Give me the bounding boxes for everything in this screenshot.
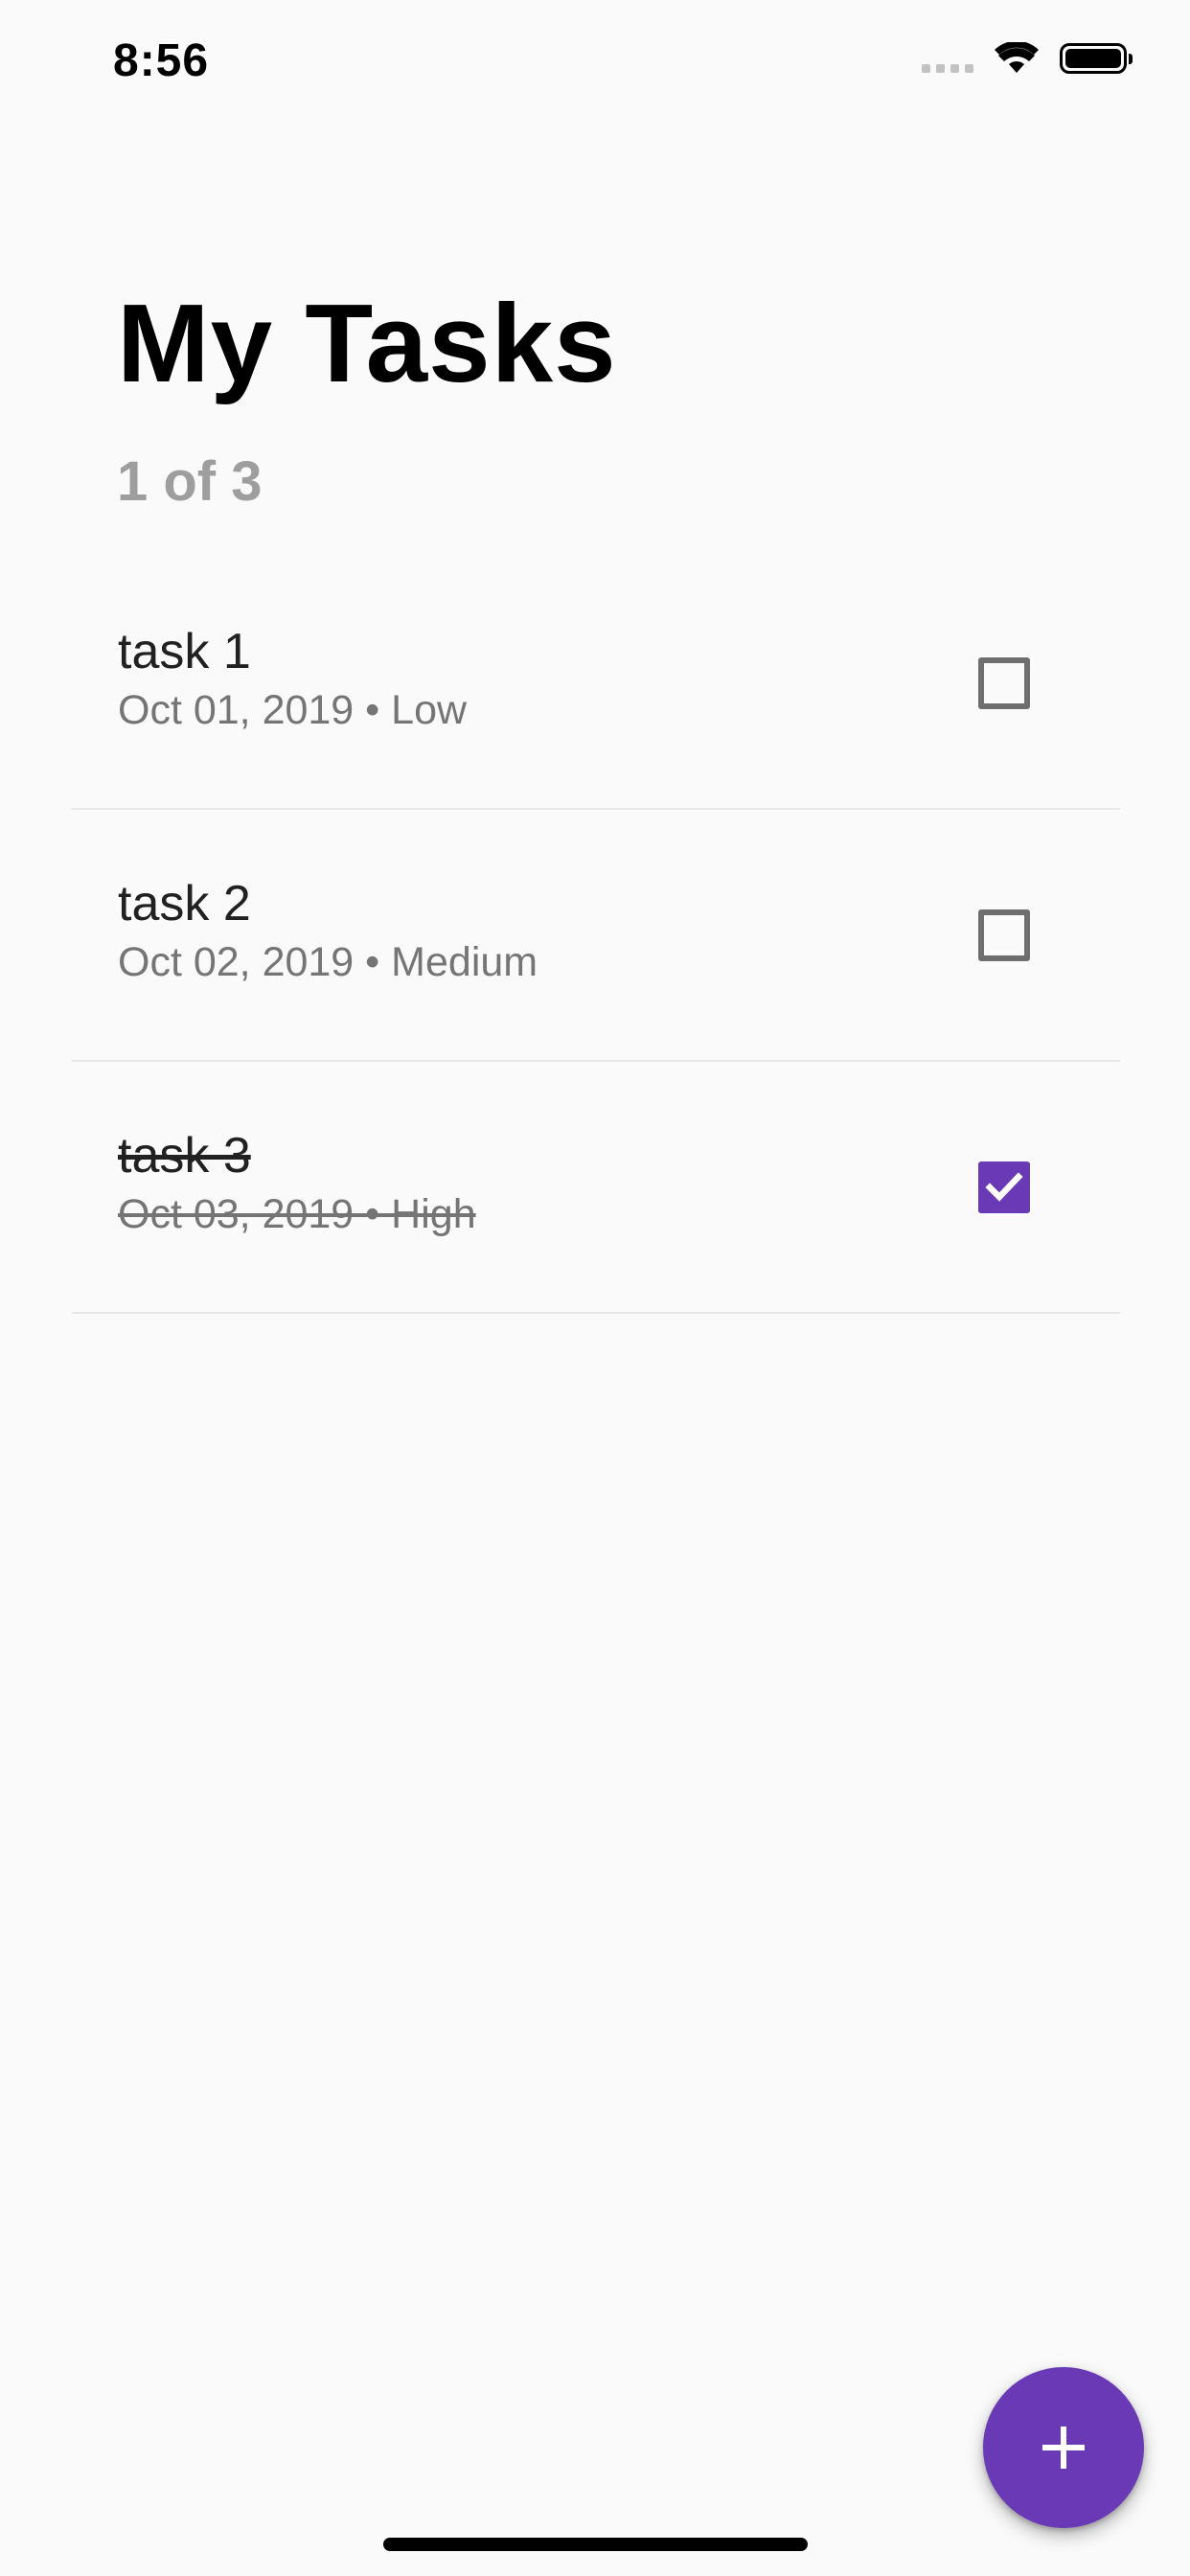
task-date-priority: Oct 01, 2019 • Low xyxy=(118,687,468,733)
task-row[interactable]: task 2 Oct 02, 2019 • Medium xyxy=(72,810,1120,1062)
checkmark-icon xyxy=(985,1172,1023,1202)
task-title: task 2 xyxy=(118,876,251,932)
status-bar: 8:56 xyxy=(0,0,1190,126)
status-icons xyxy=(922,42,1133,75)
task-date-priority: Oct 03, 2019 • High xyxy=(118,1191,476,1237)
add-task-button[interactable] xyxy=(983,2367,1144,2528)
wifi-icon xyxy=(995,42,1039,73)
task-checkbox[interactable] xyxy=(978,657,1030,709)
task-screen: 8:56 My Tasks 1 of 3 task 1 Oct 01, 2019… xyxy=(0,0,1190,2576)
task-date-priority: Oct 02, 2019 • Medium xyxy=(118,939,538,985)
task-title: task 3 xyxy=(118,1128,251,1184)
task-checkbox[interactable] xyxy=(978,909,1030,961)
task-progress-count: 1 of 3 xyxy=(117,450,263,513)
task-row[interactable]: task 1 Oct 01, 2019 • Low xyxy=(72,558,1120,810)
task-title: task 1 xyxy=(118,624,251,679)
status-time: 8:56 xyxy=(113,35,210,86)
task-list: task 1 Oct 01, 2019 • Low task 2 Oct 02,… xyxy=(72,558,1120,1314)
battery-icon xyxy=(1060,43,1133,74)
task-row[interactable]: task 3 Oct 03, 2019 • High xyxy=(72,1062,1120,1314)
cellular-signal-icon xyxy=(922,44,973,73)
task-checkbox[interactable] xyxy=(978,1162,1030,1213)
plus-icon xyxy=(1042,2426,1085,2469)
home-indicator[interactable] xyxy=(383,2538,808,2551)
page-title: My Tasks xyxy=(117,281,617,405)
